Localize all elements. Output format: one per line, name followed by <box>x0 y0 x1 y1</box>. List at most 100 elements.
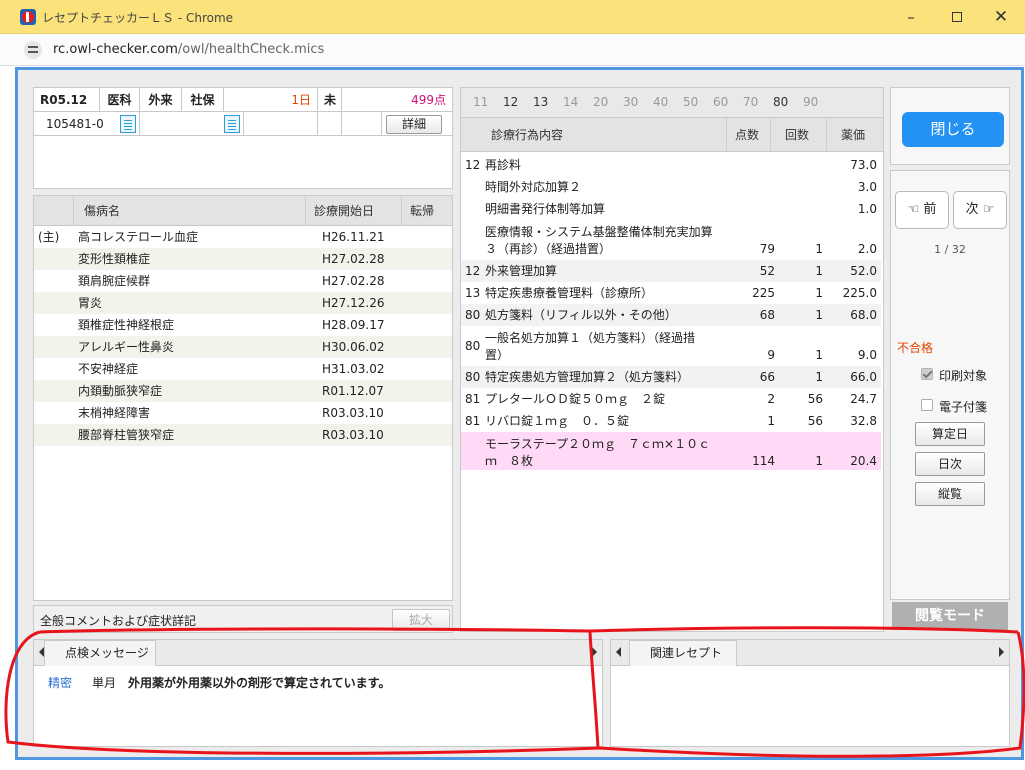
procedure-count: 1 <box>815 264 823 278</box>
procedure-count: 1 <box>815 242 823 256</box>
diagnosis-row[interactable]: 頚椎症性神経根症 H28.09.17 <box>34 314 452 336</box>
diagnosis-prefix <box>38 270 72 292</box>
expand-button[interactable]: 拡大 <box>392 609 450 631</box>
category-tab-40[interactable]: 40 <box>653 95 668 109</box>
procedure-row[interactable]: 80 特定疾患処方管理加算２（処方箋料） 66 1 66.0 <box>461 366 881 388</box>
procedure-row[interactable]: 13 特定疾患療養管理料（診療所） 225 1 225.0 <box>461 282 881 304</box>
procedure-code: 12 <box>465 158 481 172</box>
close-window-button[interactable]: ✕ <box>986 5 1016 29</box>
category-tab-30[interactable]: 30 <box>623 95 638 109</box>
category-tab-70[interactable]: 70 <box>743 95 758 109</box>
calc-date-button[interactable]: 算定日 <box>915 422 985 446</box>
diagnosis-row[interactable]: (主) 高コレステロール血症 H26.11.21 <box>34 226 452 248</box>
procedure-name: 時間外対応加算２ <box>485 180 582 194</box>
diagnosis-row[interactable]: 不安神経症 H31.03.02 <box>34 358 452 380</box>
receipt-date: R05.12 <box>34 88 100 112</box>
procedure-price: 32.8 <box>850 414 877 428</box>
maximize-button[interactable] <box>942 5 972 29</box>
procedure-points: 225 <box>752 286 775 300</box>
scroll-right-icon[interactable] <box>999 647 1004 657</box>
procedure-price: 24.7 <box>850 392 877 406</box>
procedure-row[interactable]: 医療情報・システム基盤整備体制充実加算 ３（再診）（経過措置） 79 1 2.0 <box>461 220 881 260</box>
procedure-price: 68.0 <box>850 308 877 322</box>
e-attach-checkbox[interactable] <box>921 399 933 411</box>
column-procedure: 診療行為内容 <box>461 118 727 151</box>
column-price: 薬価 <box>841 128 866 142</box>
category-tab-11[interactable]: 11 <box>473 95 488 109</box>
diagnosis-outcome <box>406 336 450 358</box>
category-tab-12[interactable]: 12 <box>503 95 518 109</box>
diagnosis-row[interactable]: 頚肩腕症候群 H27.02.28 <box>34 270 452 292</box>
diagnosis-row[interactable]: 胃炎 H27.12.26 <box>34 292 452 314</box>
procedure-code: 81 <box>465 414 481 428</box>
diagnosis-prefix <box>38 292 72 314</box>
diagnosis-outcome <box>406 380 450 402</box>
procedure-row[interactable]: 80 処方箋料（リフィル以外・その他） 68 1 68.0 <box>461 304 881 326</box>
url-text[interactable]: rc.owl-checker.com/owl/healthCheck.mics <box>53 42 324 57</box>
message-type: 精密 <box>48 676 73 690</box>
site-settings-icon[interactable] <box>24 41 42 59</box>
procedure-code: 81 <box>465 392 481 406</box>
procedure-row[interactable]: 明細書発行体制等加算 1.0 <box>461 198 881 220</box>
diagnosis-name: 末梢神経障害 <box>78 406 151 420</box>
category-tab-20[interactable]: 20 <box>593 95 608 109</box>
address-bar[interactable]: rc.owl-checker.com/owl/healthCheck.mics <box>0 34 1025 66</box>
scroll-left-icon[interactable] <box>616 647 621 657</box>
procedure-points: 2 <box>767 392 775 406</box>
procedure-price: 52.0 <box>850 264 877 278</box>
procedure-row[interactable]: 81 プレタールＯＤ錠５０ｍｇ ２錠 2 56 24.7 <box>461 388 881 410</box>
procedure-price: 9.0 <box>857 348 877 362</box>
category-tab-50[interactable]: 50 <box>683 95 698 109</box>
receipt-insurance: 社保 <box>182 88 224 112</box>
maximize-icon <box>952 11 962 22</box>
document-icon[interactable] <box>120 115 136 133</box>
diagnosis-outcome <box>406 402 450 424</box>
message-panel: 点検メッセージ 精密 単月 外用薬が外用薬以外の剤形で算定されています。 <box>33 639 603 747</box>
next-button[interactable]: 次 ☞ <box>953 191 1007 229</box>
daily-button[interactable]: 日次 <box>915 452 985 476</box>
category-tab-90[interactable]: 90 <box>803 95 818 109</box>
prev-button[interactable]: ☜ 前 <box>895 191 949 229</box>
blank-cell <box>244 112 318 136</box>
procedure-name: 明細書発行体制等加算 <box>485 202 606 216</box>
procedure-count: 1 <box>815 286 823 300</box>
app-logo-icon <box>20 9 36 25</box>
procedure-price: 1.0 <box>857 202 877 216</box>
document-icon[interactable] <box>224 115 240 133</box>
procedure-code: 12 <box>465 264 481 278</box>
minimize-button[interactable]: – <box>896 5 926 29</box>
procedures-header: 診療行為内容 点数 回数 薬価 <box>461 118 883 152</box>
diagnosis-prefix <box>38 314 72 336</box>
diagnosis-row[interactable]: アレルギー性鼻炎 H30.06.02 <box>34 336 452 358</box>
detail-button[interactable]: 詳細 <box>386 115 442 134</box>
procedure-row[interactable]: 80 一般名処方加算１（処方箋料）（経過措 置） 9 1 9.0 <box>461 326 881 366</box>
diagnosis-start-date: H27.02.28 <box>322 274 385 288</box>
procedure-name: 再診料 <box>485 158 522 172</box>
tab-check-messages[interactable]: 点検メッセージ <box>44 640 156 666</box>
diagnosis-row[interactable]: 末梢神経障害 R03.03.10 <box>34 402 452 424</box>
procedure-row[interactable]: 時間外対応加算２ 3.0 <box>461 176 881 198</box>
procedure-row[interactable]: モーラステープ２０ｍｇ ７ｃｍ×１０ｃ ｍ ８枚 114 1 20.4 <box>461 432 881 470</box>
procedure-points: 79 <box>759 242 775 256</box>
overview-button[interactable]: 縦覧 <box>915 482 985 506</box>
procedure-row[interactable]: 81 リバロ錠１ｍｇ ０．５錠 1 56 32.8 <box>461 410 881 432</box>
category-tab-60[interactable]: 60 <box>713 95 728 109</box>
print-target-checkbox[interactable] <box>921 368 933 380</box>
diagnosis-row[interactable]: 内頚動脈狭窄症 R01.12.07 <box>34 380 452 402</box>
related-panel: 関連レセプト <box>610 639 1010 747</box>
close-button[interactable]: 閉じる <box>902 112 1004 147</box>
category-tab-14[interactable]: 14 <box>563 95 578 109</box>
scroll-right-icon[interactable] <box>592 647 597 657</box>
procedure-count: 1 <box>815 308 823 322</box>
diagnosis-row[interactable]: 腰部脊柱管狭窄症 R03.03.10 <box>34 424 452 446</box>
procedure-row[interactable]: 12 外来管理加算 52 1 52.0 <box>461 260 881 282</box>
close-panel: 閉じる <box>890 87 1010 165</box>
procedure-code: 13 <box>465 286 481 300</box>
procedure-row[interactable]: 12 再診料 73.0 <box>461 154 881 176</box>
tab-related-receipts[interactable]: 関連レセプト <box>629 640 737 666</box>
category-tab-13[interactable]: 13 <box>533 95 548 109</box>
diagnosis-row[interactable]: 変形性頚椎症 H27.02.28 <box>34 248 452 270</box>
procedure-price: 2.0 <box>857 242 877 256</box>
message-row[interactable]: 精密 単月 外用薬が外用薬以外の剤形で算定されています。 <box>34 672 602 692</box>
category-tab-80[interactable]: 80 <box>773 95 788 109</box>
